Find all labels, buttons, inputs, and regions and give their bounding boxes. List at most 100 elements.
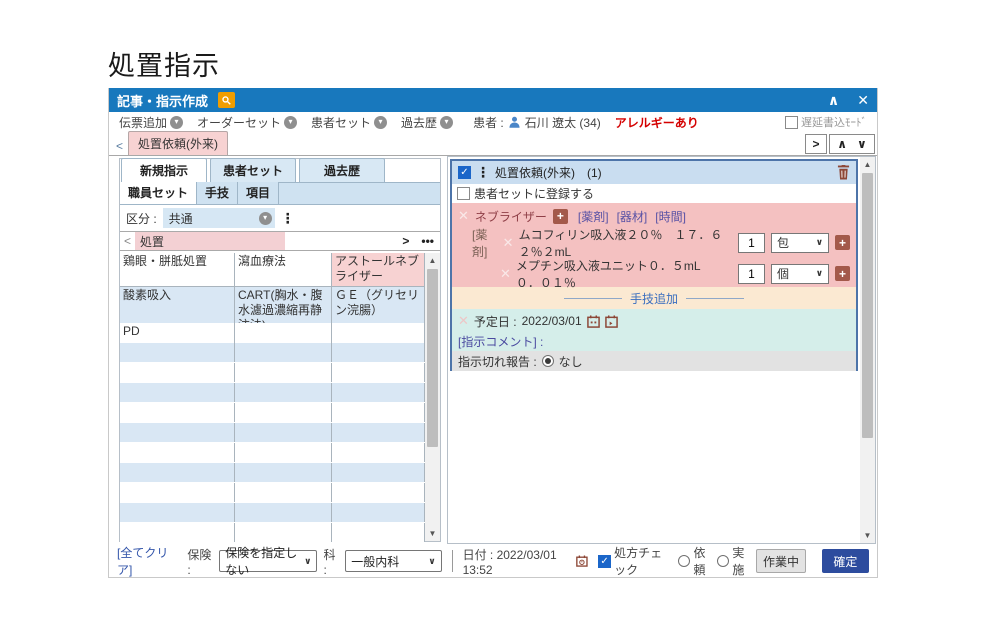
chevron-down-icon[interactable]: ▾ bbox=[374, 116, 387, 129]
drug-link[interactable]: [薬剤] bbox=[578, 208, 609, 225]
search-input[interactable]: 処置 bbox=[135, 232, 285, 250]
window-title: 記事・指示作成 bbox=[117, 91, 208, 110]
add-icon[interactable]: + bbox=[835, 235, 850, 250]
rx-check-group[interactable]: ✓ 処方チェック bbox=[598, 544, 672, 578]
clear-all-link[interactable]: [全てクリア] bbox=[117, 544, 173, 578]
register-checkbox[interactable] bbox=[457, 187, 470, 200]
delay-write-label: 遅延書込ﾓｰﾄﾞ bbox=[801, 114, 867, 130]
expire-none-radio[interactable] bbox=[542, 355, 554, 367]
drug-row: ✕ メプチン吸入液ユニット０．５mL ０．０１％ 個 ∨ + bbox=[458, 258, 850, 289]
tab-patient-set[interactable]: 患者セット bbox=[210, 158, 296, 182]
detail-scrollbar[interactable]: ▲ ▼ bbox=[860, 157, 875, 543]
table-cell[interactable]: PD bbox=[120, 323, 235, 343]
tab-scroll-buttons[interactable]: ∧ ∨ bbox=[829, 134, 875, 154]
subtab-staff-set[interactable]: 職員セット bbox=[120, 182, 197, 204]
add-icon[interactable]: + bbox=[835, 266, 850, 281]
department-select[interactable]: 一般内科 ∨ bbox=[345, 550, 442, 572]
patient-set-button[interactable]: 患者セット ▾ bbox=[311, 114, 387, 131]
equipment-link[interactable]: [器材] bbox=[617, 208, 648, 225]
collapse-button[interactable]: ∧ bbox=[828, 88, 839, 112]
person-icon bbox=[508, 115, 521, 129]
chevron-down-icon[interactable]: ▾ bbox=[170, 116, 183, 129]
add-icon[interactable]: + bbox=[553, 209, 568, 224]
column-header[interactable]: 瀉血療法 bbox=[235, 253, 332, 286]
quantity-input[interactable] bbox=[738, 264, 765, 284]
execute-radio-group[interactable]: 実施 bbox=[717, 544, 750, 578]
insurance-value: 保険を指定しない bbox=[225, 544, 299, 578]
scroll-down-icon[interactable]: ∨ bbox=[857, 137, 867, 151]
execute-radio[interactable] bbox=[717, 555, 729, 567]
chevron-down-icon[interactable]: ▾ bbox=[440, 116, 453, 129]
tab-history[interactable]: 過去歴 bbox=[299, 158, 385, 182]
insurance-select[interactable]: 保険を指定しない ∨ bbox=[219, 550, 317, 572]
department-value: 一般内科 bbox=[351, 553, 399, 570]
search-forward-button[interactable]: > bbox=[402, 234, 409, 248]
scrollbar-thumb[interactable] bbox=[862, 173, 873, 438]
unit-select[interactable]: 包 ∨ bbox=[771, 233, 829, 253]
chevron-down-icon[interactable]: ▾ bbox=[284, 116, 297, 129]
order-set-button[interactable]: オーダーセット ▾ bbox=[197, 114, 297, 131]
unit-select[interactable]: 個 ∨ bbox=[771, 264, 829, 284]
table-cell[interactable]: ＧＥ（グリセリン浣腸） bbox=[332, 287, 425, 323]
search-more-button[interactable]: ••• bbox=[421, 234, 434, 248]
scrollbar-up-icon[interactable]: ▲ bbox=[425, 253, 440, 268]
calendar-next-icon[interactable] bbox=[605, 315, 618, 328]
table-scrollbar[interactable]: ▲ ▼ bbox=[425, 253, 440, 541]
category-select[interactable]: 共通 ▾ bbox=[163, 208, 275, 228]
more-options-icon[interactable]: ⋮ bbox=[281, 210, 295, 227]
order-comment-link[interactable]: [指示コメント] : bbox=[458, 333, 543, 350]
working-button[interactable]: 作業中 bbox=[756, 549, 805, 573]
scroll-up-icon[interactable]: ∧ bbox=[837, 137, 847, 151]
search-button[interactable] bbox=[218, 92, 235, 108]
subtab-technique[interactable]: 手技 bbox=[197, 182, 238, 204]
delete-icon[interactable]: ✕ bbox=[500, 266, 511, 282]
scrollbar-up-icon[interactable]: ▲ bbox=[860, 157, 875, 172]
scrollbar-down-icon[interactable]: ▼ bbox=[425, 526, 440, 541]
calendar-icon[interactable] bbox=[587, 315, 600, 328]
column-header[interactable]: 鶏眼・胼胝処置 bbox=[120, 253, 235, 286]
delete-icon[interactable]: ✕ bbox=[458, 208, 469, 224]
schedule-date: 2022/03/01 bbox=[522, 314, 582, 328]
column-header-selected[interactable]: アストールネブライザー bbox=[332, 253, 425, 286]
rx-check-checkbox[interactable]: ✓ bbox=[598, 555, 611, 568]
subtab-item[interactable]: 項目 bbox=[238, 182, 279, 204]
request-radio-group[interactable]: 依頼 bbox=[678, 544, 711, 578]
add-procedure-link[interactable]: 手技追加 bbox=[630, 290, 678, 307]
search-back-button[interactable]: < bbox=[120, 234, 135, 248]
tab-procedure-request[interactable]: 処置依頼(外来) bbox=[128, 131, 228, 155]
execute-label: 実施 bbox=[732, 544, 750, 578]
quantity-input[interactable] bbox=[738, 233, 765, 253]
order-checkbox[interactable]: ✓ bbox=[458, 166, 471, 179]
table-cell[interactable]: CART(胸水・腹水濾過濃縮再静注法) bbox=[235, 287, 332, 323]
drag-handle-icon[interactable]: ⋮ bbox=[476, 164, 490, 181]
table-row: 酸素吸入 CART(胸水・腹水濾過濃縮再静注法) ＧＥ（グリセリン浣腸） bbox=[120, 287, 425, 323]
tab-forward-button[interactable]: > bbox=[805, 134, 827, 154]
tab-new-order[interactable]: 新規指示 bbox=[121, 158, 207, 182]
scrollbar-thumb[interactable] bbox=[427, 269, 438, 447]
table-cell[interactable] bbox=[235, 323, 332, 343]
tab-back-button[interactable]: < bbox=[111, 137, 128, 155]
delete-order-button[interactable] bbox=[837, 165, 850, 180]
rx-check-label: 処方チェック bbox=[614, 544, 672, 578]
table-row-empty bbox=[120, 423, 425, 443]
chevron-down-icon[interactable]: ▾ bbox=[259, 212, 272, 225]
delete-icon[interactable]: ✕ bbox=[503, 235, 514, 251]
toolbar: 伝票追加 ▾ オーダーセット ▾ 患者セット ▾ 過去歴 ▾ 患者 : 石川 遼… bbox=[109, 112, 877, 132]
confirm-button[interactable]: 確定 bbox=[822, 549, 869, 573]
history-button[interactable]: 過去歴 ▾ bbox=[401, 114, 453, 131]
close-button[interactable]: ✕ bbox=[857, 88, 869, 112]
delay-write-checkbox[interactable] bbox=[785, 116, 798, 129]
delete-icon[interactable]: ✕ bbox=[458, 313, 469, 329]
request-radio[interactable] bbox=[678, 555, 690, 567]
divider bbox=[452, 550, 453, 572]
trash-icon bbox=[837, 165, 850, 180]
calendar-clock-icon[interactable] bbox=[576, 554, 588, 568]
time-link[interactable]: [時間] bbox=[655, 208, 686, 225]
register-patient-set-row[interactable]: 患者セットに登録する bbox=[452, 184, 856, 203]
table-cell[interactable]: 酸素吸入 bbox=[120, 287, 235, 323]
scrollbar-down-icon[interactable]: ▼ bbox=[860, 528, 875, 543]
delay-write-mode[interactable]: 遅延書込ﾓｰﾄﾞ bbox=[785, 114, 867, 130]
table-cell[interactable] bbox=[332, 323, 425, 343]
table-row-empty bbox=[120, 503, 425, 523]
add-slip-button[interactable]: 伝票追加 ▾ bbox=[119, 114, 183, 131]
